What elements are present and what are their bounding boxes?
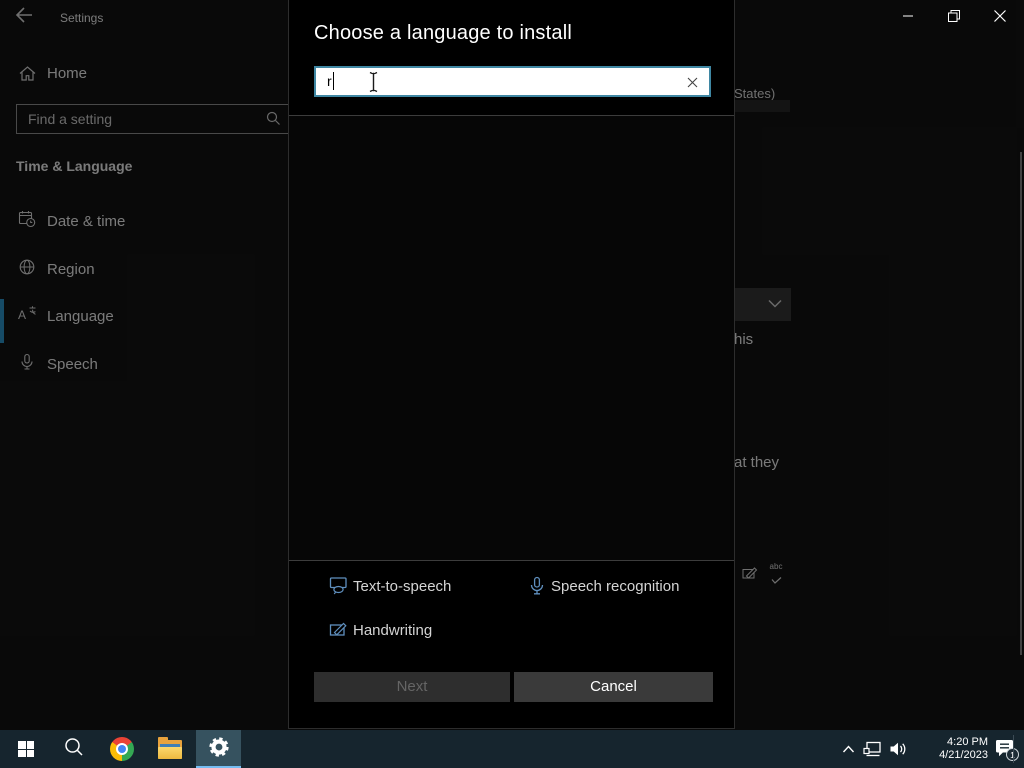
mouse-cursor-ibeam — [367, 71, 380, 98]
gear-icon — [208, 736, 230, 763]
tray-date: 4/21/2023 — [939, 749, 988, 761]
minimize-icon — [903, 15, 913, 17]
network-tray-button[interactable] — [860, 730, 884, 768]
action-center-button[interactable]: 1 — [992, 730, 1020, 768]
restore-button[interactable] — [931, 0, 977, 32]
clock-tray-button[interactable]: 4:20 PM 4/21/2023 — [912, 730, 988, 768]
dialog-separator — [289, 560, 734, 561]
legend-text-to-speech: Text-to-speech — [329, 576, 519, 600]
clear-x-icon — [687, 77, 698, 88]
chevron-up-icon — [842, 745, 854, 753]
language-results-list — [289, 116, 734, 560]
volume-tray-button[interactable] — [886, 730, 910, 768]
legend-label: Handwriting — [353, 622, 433, 639]
taskbar: 4:20 PM 4/21/2023 1 — [0, 730, 1024, 768]
file-explorer-taskbar-button[interactable] — [148, 730, 192, 768]
minimize-button[interactable] — [885, 0, 931, 32]
legend-speech-recognition: Speech recognition — [527, 576, 727, 600]
search-icon — [64, 737, 84, 762]
window-controls — [885, 0, 1024, 32]
close-icon — [994, 10, 1006, 22]
choose-language-dialog: Choose a language to install r Text-to-s… — [288, 0, 735, 729]
close-button[interactable] — [977, 0, 1023, 32]
speaker-icon — [890, 742, 906, 756]
tray-time: 4:20 PM — [947, 736, 988, 748]
clear-search-button[interactable] — [680, 71, 704, 93]
legend-label: Text-to-speech — [353, 578, 452, 595]
chrome-taskbar-button[interactable] — [100, 730, 144, 768]
system-tray: 4:20 PM 4/21/2023 1 — [832, 730, 1024, 768]
cancel-button[interactable]: Cancel — [514, 672, 713, 702]
file-explorer-icon — [158, 736, 182, 759]
next-button[interactable]: Next — [314, 672, 510, 702]
search-input-value: r — [327, 73, 332, 89]
speech-recognition-icon — [527, 576, 547, 601]
handwriting-icon — [329, 620, 349, 645]
taskbar-search-button[interactable] — [52, 730, 96, 768]
settings-taskbar-button-active[interactable] — [196, 730, 241, 768]
chrome-icon — [110, 737, 134, 761]
legend-label: Speech recognition — [551, 578, 680, 595]
windows-logo-icon — [18, 741, 34, 757]
network-icon — [862, 741, 881, 757]
legend-handwriting: Handwriting — [329, 620, 519, 644]
text-to-speech-icon — [329, 576, 349, 601]
dialog-title: Choose a language to install — [314, 22, 573, 44]
text-caret — [333, 72, 334, 90]
show-desktop-divider[interactable] — [1013, 735, 1014, 763]
start-button[interactable] — [4, 730, 48, 768]
hidden-icons-chevron-button[interactable] — [838, 730, 858, 768]
restore-icon — [948, 10, 960, 22]
